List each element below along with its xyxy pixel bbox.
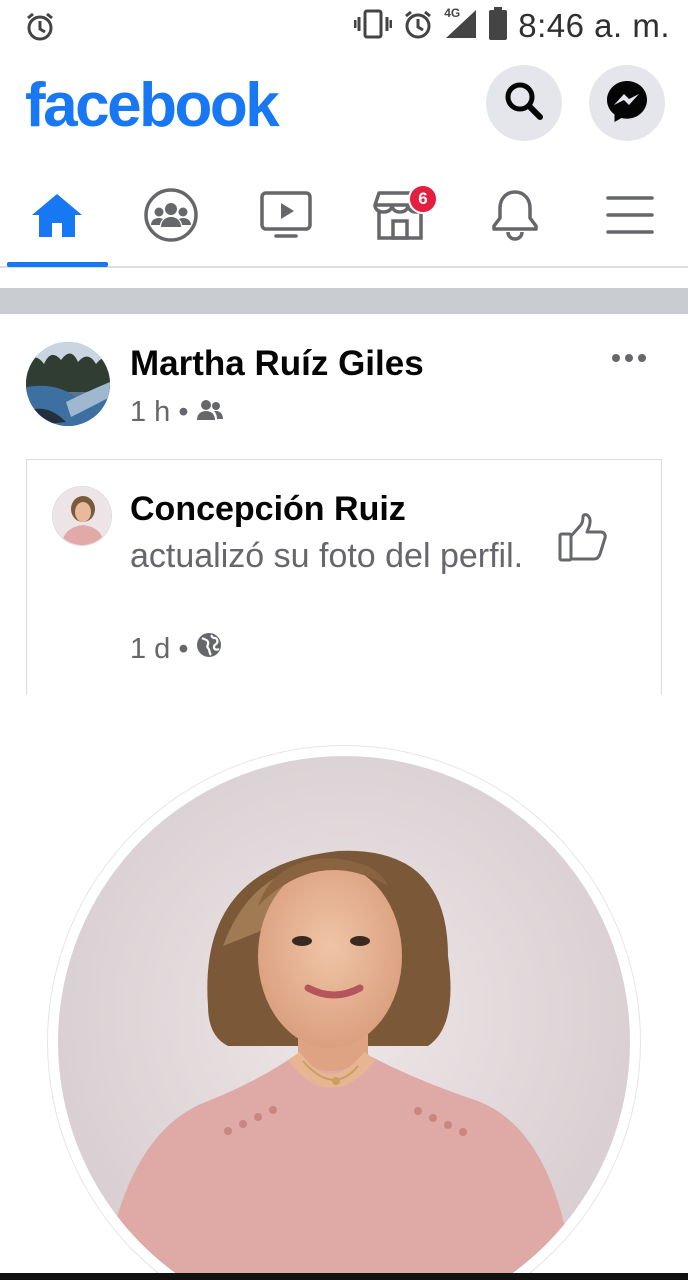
facebook-logo[interactable]: facebook	[25, 70, 280, 141]
video-icon	[259, 190, 313, 245]
shared-author-name[interactable]: Concepción Ruiz	[130, 490, 406, 529]
shared-post-text: actualizó su foto del perfil.	[130, 537, 524, 575]
nav-tabs: 6	[0, 168, 688, 268]
messenger-button[interactable]	[589, 65, 665, 141]
search-icon	[502, 79, 546, 128]
groups-icon	[143, 187, 199, 248]
marketplace-badge: 6	[408, 184, 438, 214]
tab-groups[interactable]	[114, 168, 228, 266]
post-meta: 1 h •	[130, 396, 224, 429]
battery-icon	[488, 6, 508, 46]
signal-icon: 4G	[444, 6, 478, 45]
shared-post-time[interactable]: 1 d	[130, 633, 170, 666]
meta-separator: •	[178, 632, 189, 665]
status-time: 8:46 a. m.	[518, 7, 670, 44]
tab-menu[interactable]	[573, 168, 687, 266]
vibrate-icon	[353, 8, 393, 45]
globe-icon	[196, 632, 222, 666]
friends-icon	[196, 396, 224, 429]
author-name[interactable]: Martha Ruíz Giles	[130, 344, 424, 384]
messenger-icon	[604, 78, 650, 129]
more-icon	[611, 350, 647, 368]
alarm-icon	[24, 10, 56, 47]
feed-post: Martha Ruíz Giles 1 h • Concepción Ruiz …	[0, 314, 688, 1280]
profile-photo[interactable]	[58, 756, 630, 1280]
thumbs-up-icon	[557, 512, 613, 569]
avatar[interactable]	[52, 486, 112, 546]
tab-notifications[interactable]	[458, 168, 572, 266]
more-options-button[interactable]	[606, 344, 652, 374]
status-bar: 4G 8:46 a. m.	[0, 0, 688, 52]
tab-marketplace[interactable]	[343, 168, 457, 266]
tab-watch[interactable]	[229, 168, 343, 266]
shared-post-card[interactable]: Concepción Ruiz actualizó su foto del pe…	[26, 459, 662, 695]
bell-icon	[490, 188, 540, 247]
profile-photo-frame	[48, 746, 640, 1280]
home-icon	[30, 191, 84, 244]
active-tab-indicator	[7, 262, 108, 267]
hamburger-icon	[606, 194, 654, 241]
like-button[interactable]	[555, 510, 615, 570]
avatar[interactable]	[26, 342, 110, 426]
meta-separator: •	[178, 396, 189, 428]
alarm-icon	[402, 8, 434, 45]
app-header: facebook	[0, 60, 688, 156]
post-time[interactable]: 1 h	[130, 396, 170, 429]
system-nav-bar	[0, 1273, 688, 1280]
feed-divider	[0, 288, 688, 314]
tab-home[interactable]	[0, 168, 114, 266]
search-button[interactable]	[486, 65, 562, 141]
shared-post-meta: 1 d •	[130, 632, 222, 666]
